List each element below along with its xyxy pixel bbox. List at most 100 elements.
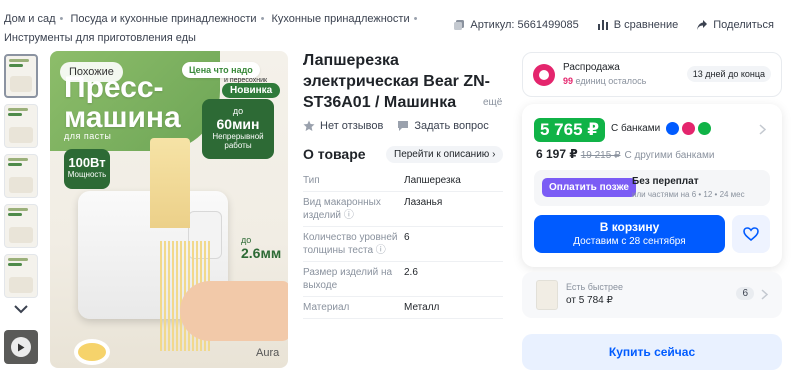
bank-logo-icon xyxy=(698,122,711,135)
play-icon xyxy=(11,337,31,357)
share-icon xyxy=(697,20,708,30)
favorite-button[interactable] xyxy=(732,215,770,253)
sale-title: Распродажа xyxy=(563,62,620,73)
spec-value: Лазанья xyxy=(404,197,443,208)
compare-button[interactable]: В сравнение xyxy=(597,19,679,31)
add-to-cart-button[interactable]: В корзину Доставим с 28 сентября xyxy=(534,215,725,253)
ask-question-link[interactable]: Задать вопрос xyxy=(397,120,489,132)
similar-badge[interactable]: Похожие xyxy=(60,62,123,82)
thumbnail-strip xyxy=(4,54,40,364)
chevron-down-icon xyxy=(14,305,28,314)
image-title-line: машина xyxy=(64,101,181,134)
bank-price-label: С банками xyxy=(611,123,661,134)
product-title: Лапшерезка электрическая Bear ZN-ST36A01… xyxy=(303,52,490,111)
power-label: Мощность xyxy=(67,170,107,179)
offer-thumbnail xyxy=(536,280,558,310)
compare-icon xyxy=(597,20,608,30)
goto-description-button[interactable]: Перейти к описанию › xyxy=(386,146,504,163)
spec-value: 2.6 xyxy=(404,267,418,278)
spec-row: Тип Лапшерезка xyxy=(303,170,503,192)
bank-logo-icon xyxy=(682,122,695,135)
thumbnail[interactable] xyxy=(4,54,38,98)
spec-key: Материал xyxy=(303,302,350,313)
power-card: 100Вт Мощность xyxy=(64,149,110,189)
pay-later-block[interactable]: Оплатить позже Без переплат или частями … xyxy=(534,170,770,206)
sale-logo-icon xyxy=(533,64,555,86)
thickness-label: до 2.6мм xyxy=(241,235,281,261)
spec-row: Материал Металл xyxy=(303,297,503,319)
star-icon xyxy=(303,120,315,131)
breadcrumb-link[interactable]: Инструменты для приготовления еды xyxy=(4,32,196,44)
offer-count-badge: 6 xyxy=(736,287,754,300)
sale-banner[interactable]: Распродажа 99 единиц осталось 13 дней до… xyxy=(522,52,782,97)
faster-offer[interactable]: Есть быстрее от 5 784 ₽ 6 xyxy=(522,272,782,318)
compare-label: В сравнение xyxy=(613,19,679,31)
spec-row: Количество уровней толщины теста ⓘ 6 xyxy=(303,227,503,262)
pay-later-button[interactable]: Оплатить позже xyxy=(542,178,636,197)
share-button[interactable]: Поделиться xyxy=(696,19,774,31)
thumbnail[interactable] xyxy=(4,254,38,298)
runtime-value: 60мин xyxy=(216,116,260,132)
sale-remaining: 99 единиц осталось xyxy=(563,76,646,86)
spec-value: Металл xyxy=(404,302,440,313)
breadcrumb-link[interactable]: Посуда и кухонные принадлежности xyxy=(70,13,256,25)
video-thumbnail[interactable] xyxy=(4,330,38,364)
product-meta: Нет отзывов Задать вопрос xyxy=(303,120,489,132)
sale-remaining-text: единиц осталось xyxy=(575,76,647,86)
top-meta: Артикул: 5661499085 В сравнение Поделить… xyxy=(453,19,774,31)
breadcrumb-link[interactable]: Кухонные принадлежности xyxy=(271,13,409,25)
info-icon[interactable]: ⓘ xyxy=(344,210,354,221)
runtime-card: до 60мин Непрерывной работы xyxy=(202,99,274,159)
share-label: Поделиться xyxy=(713,19,774,31)
spec-row: Вид макаронных изделий ⓘ Лазанья xyxy=(303,192,503,227)
egg xyxy=(78,343,106,361)
spec-key: Количество уровней толщины теста ⓘ xyxy=(303,231,404,257)
reviews-label: Нет отзывов xyxy=(320,120,384,132)
chevron-right-icon xyxy=(761,289,768,300)
old-price: 19 215 ₽ xyxy=(580,150,621,161)
new-badge: Новинка xyxy=(222,83,281,98)
breadcrumb-link[interactable]: Дом и сад xyxy=(4,13,56,25)
thumbnail[interactable] xyxy=(4,204,38,248)
thumbnail[interactable] xyxy=(4,104,38,148)
chevron-right-icon[interactable] xyxy=(759,124,766,135)
article-label: Артикул: 5661499085 xyxy=(470,19,579,31)
no-overpay-label: Без переплат xyxy=(632,176,699,187)
sale-remaining-count: 99 xyxy=(563,76,574,86)
thumbnail[interactable] xyxy=(4,154,38,198)
bank-logo-icon xyxy=(666,122,679,135)
spec-key: Вид макаронных изделий ⓘ xyxy=(303,196,404,222)
brand-watermark: Aura xyxy=(256,347,280,359)
runtime-desc: Непрерывной работы xyxy=(212,132,264,150)
spec-table: Тип Лапшерезка Вид макаронных изделий ⓘ Ла… xyxy=(303,170,503,319)
image-subtitle: для пасты xyxy=(64,131,112,141)
info-icon[interactable]: ⓘ xyxy=(376,245,386,256)
chevron-right-icon: › xyxy=(492,149,496,160)
other-price-value: 6 197 ₽ xyxy=(536,147,578,161)
pasta-sheet xyxy=(150,138,190,228)
spec-row: Размер изделий на выходе 2.6 xyxy=(303,262,503,297)
title-more-link[interactable]: ещё xyxy=(483,97,502,108)
other-bank-price: 6 197 ₽19 215 ₽ С другими банками xyxy=(536,147,714,161)
hand xyxy=(180,281,288,341)
product-main-image[interactable]: Пресс- машина для пасты Похожие Цена что… xyxy=(50,51,288,368)
thickness-value: 2.6мм xyxy=(241,245,282,261)
chat-icon xyxy=(398,121,409,131)
reviews-link[interactable]: Нет отзывов xyxy=(303,120,383,132)
spec-key-text: Вид макаронных изделий xyxy=(303,197,381,221)
thumbnails-down-button[interactable] xyxy=(4,304,38,322)
heart-icon xyxy=(743,227,759,241)
other-price-label: С другими банками xyxy=(624,150,715,161)
cart-label: В корзину xyxy=(599,220,660,234)
article-copy[interactable]: Артикул: 5661499085 xyxy=(453,19,579,31)
bank-logos xyxy=(666,122,711,135)
price-card: 5 765 ₽ С банками 6 197 ₽19 215 ₽ С други… xyxy=(522,104,782,267)
spec-value: Лапшерезка xyxy=(404,175,461,186)
sale-days-left: 13 дней до конца xyxy=(686,66,771,82)
breadcrumb-separator: • xyxy=(260,13,265,25)
spec-key: Размер изделий на выходе xyxy=(303,267,393,291)
buy-now-button[interactable]: Купить сейчас xyxy=(522,334,782,370)
runtime-prefix: до xyxy=(232,106,244,116)
delivery-label: Доставим с 28 сентября xyxy=(573,236,686,247)
copy-icon xyxy=(454,20,465,30)
